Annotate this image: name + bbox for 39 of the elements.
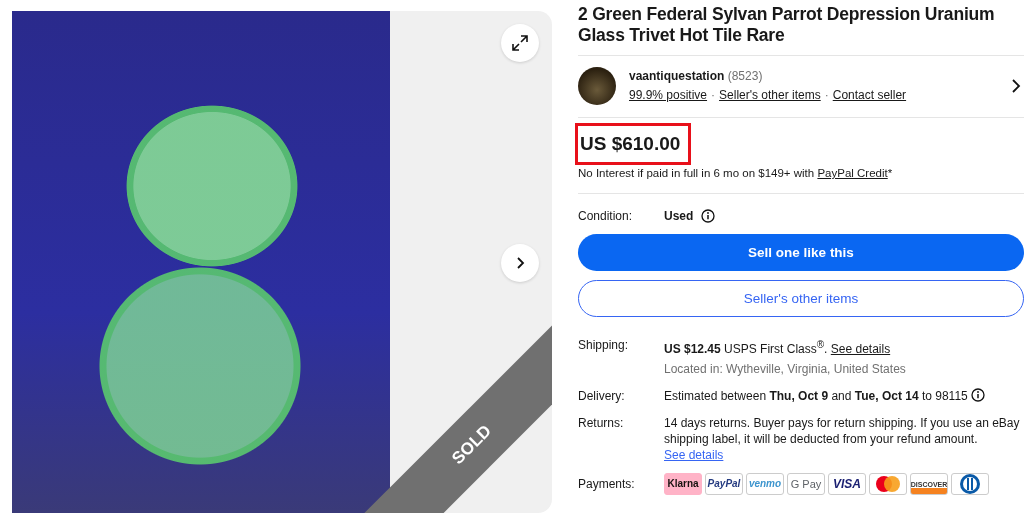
payments-label: Payments: [578, 476, 636, 492]
paypal-credit-link[interactable]: PayPal Credit [817, 167, 888, 179]
seller-link[interactable]: 99.9% positive [629, 88, 708, 102]
sell-button[interactable]: Sell one like this [578, 234, 1024, 271]
next-image-button[interactable] [501, 244, 539, 282]
payment-logo: VISA [828, 473, 866, 495]
delivery-label: Delivery: [578, 388, 626, 404]
location-text: Located in: Wytheville, Virginia, United States [664, 361, 907, 377]
payment-logo: Klarna [664, 473, 702, 495]
seller-avatar [578, 67, 616, 105]
condition-label: Condition: [578, 208, 634, 224]
seller-link[interactable]: Seller's other items [719, 88, 821, 102]
see-details-link[interactable]: See details [830, 342, 891, 356]
condition-value: Used [664, 208, 694, 224]
expand-icon [510, 33, 530, 53]
separator-dot: · [711, 88, 716, 102]
returns-label: Returns: [578, 415, 625, 432]
see-details-link[interactable]: See details [664, 448, 724, 462]
expand-button[interactable] [501, 24, 539, 62]
shipping-label: Shipping: [578, 337, 630, 354]
returns-text: 14 days returns. Buyer pays for return shipping. If you use an eBay shipping label, it will be deducted from your refund amount. [664, 415, 1021, 447]
seller-items-button[interactable]: Seller's other items [578, 280, 1024, 317]
shipping-text: US $12.45 USPS First Class$^{®}$. See details [664, 338, 892, 357]
feedback-count: (8523) [727, 69, 763, 83]
chevron-right-icon[interactable] [1010, 78, 1022, 94]
card-logo-icon [951, 473, 989, 495]
payment-logo: venmo [746, 473, 784, 495]
info-icon[interactable] [701, 209, 716, 223]
price: US $610.00 [575, 123, 692, 165]
payment-logo: PayPal [705, 473, 743, 495]
delivery-text: Estimated between Thu, Oct 9 and Tue, Oct 14 to 98115 [664, 389, 968, 403]
seller-link[interactable]: Contact seller [832, 88, 907, 102]
payment-logo: G Pay [787, 473, 825, 495]
separator-dot: · [824, 88, 829, 102]
card-logo-icon [869, 473, 907, 495]
item-title: 2 Green Federal Sylvan Parrot Depression Uranium Glass Trivet Hot Tile Rare [578, 4, 996, 46]
financing-note: No Interest if paid in full in 6 mo on $149+ with PayPal Credit* [578, 166, 894, 181]
info-icon[interactable] [970, 388, 985, 402]
seller-name[interactable]: vaantiquestation [629, 69, 725, 83]
